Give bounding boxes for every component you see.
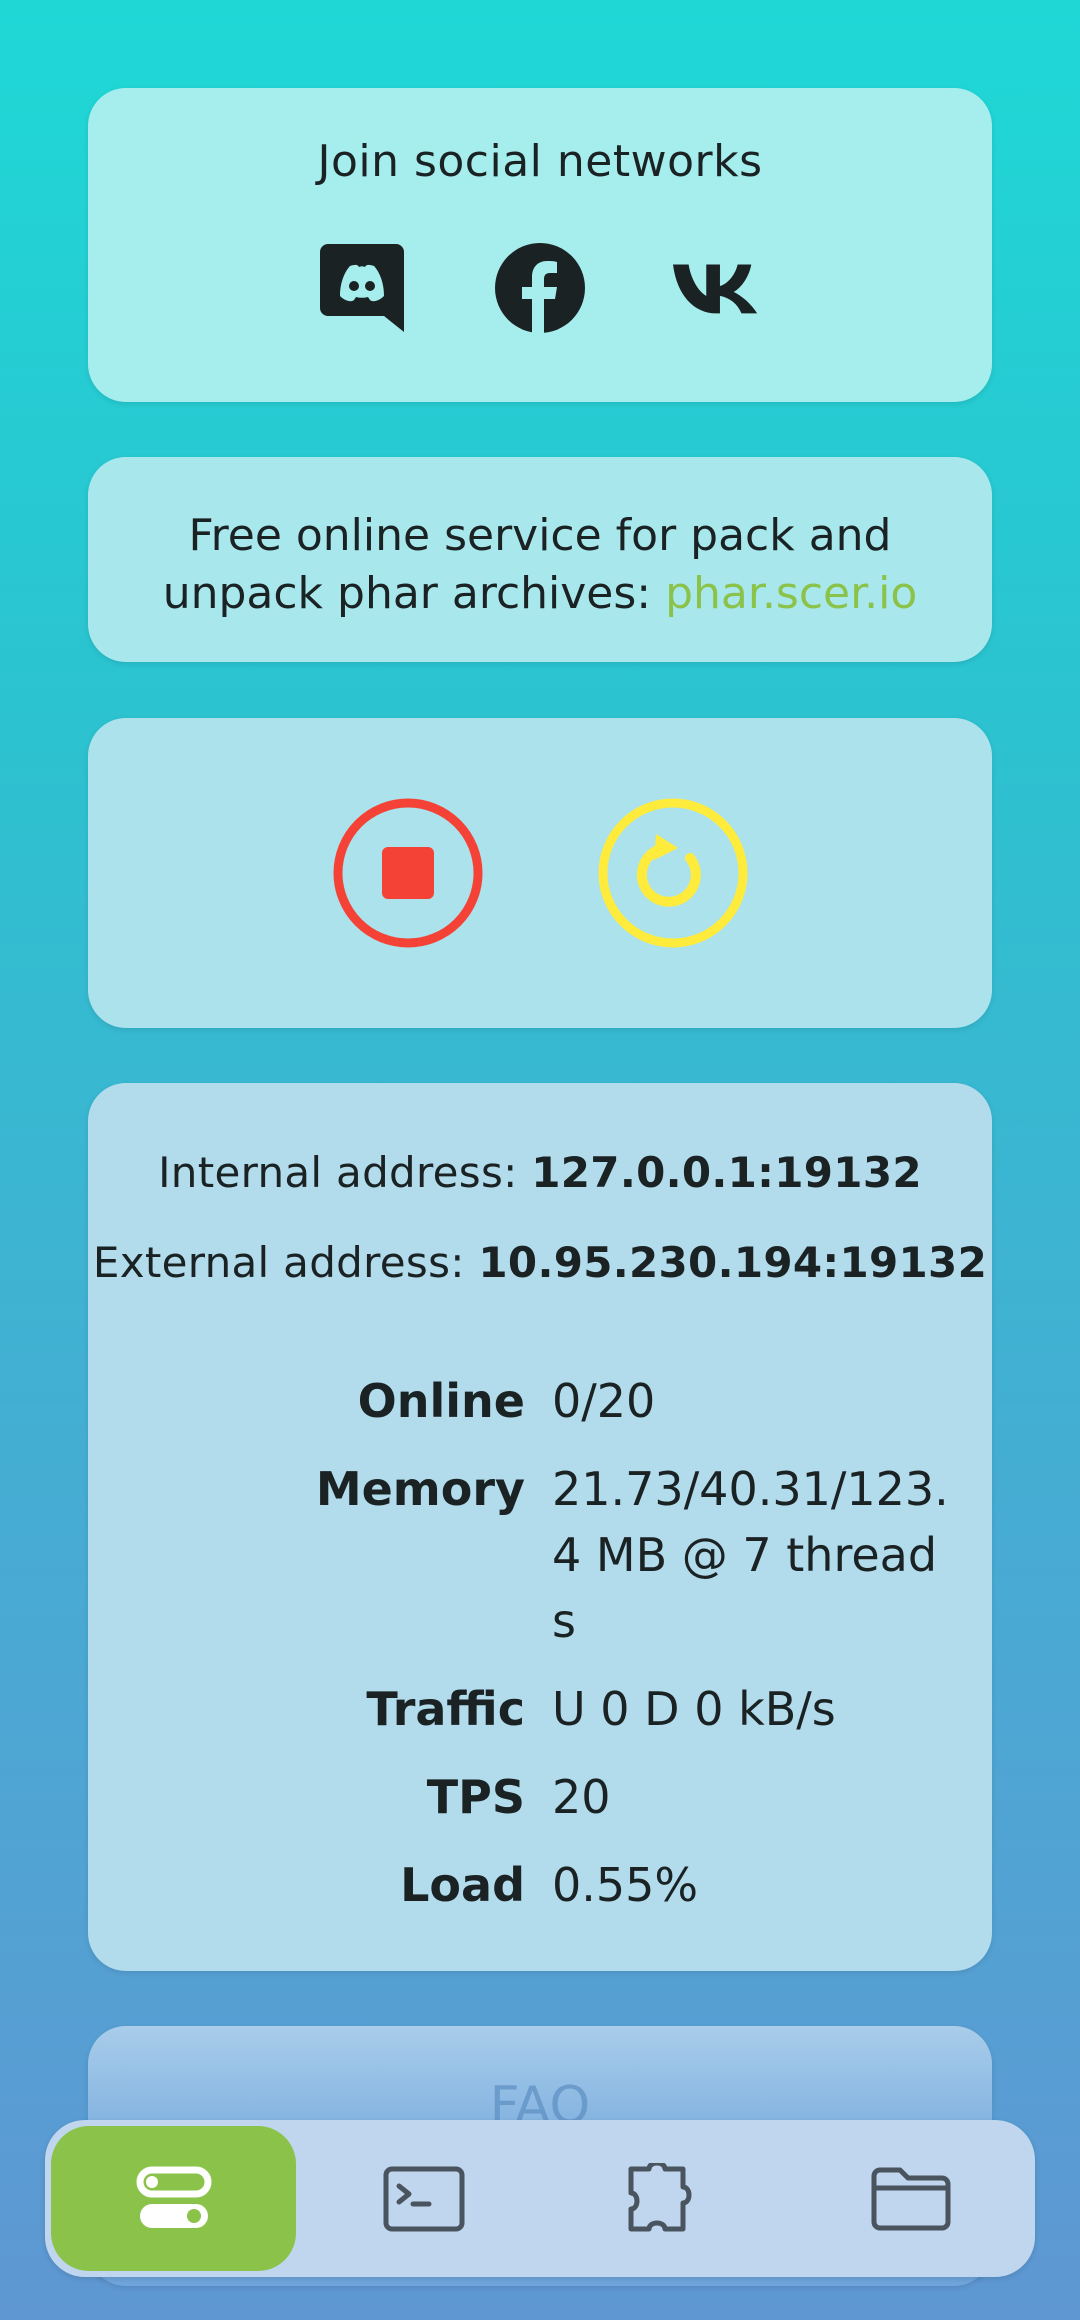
phar-link[interactable]: phar.scer.io [665, 568, 917, 619]
nav-item-controls[interactable] [51, 2126, 296, 2271]
stat-value: U 0 D 0 kB/s [552, 1682, 836, 1736]
restart-icon [598, 798, 747, 948]
external-address: External address: 10.95.230.194:19132 [88, 1238, 992, 1287]
nav-item-console[interactable] [301, 2126, 546, 2271]
stat-label: TPS [426, 1770, 525, 1824]
nav-item-plugins[interactable] [546, 2126, 791, 2271]
social-title: Join social networks [317, 136, 763, 187]
bottom-navigation [45, 2120, 1035, 2277]
vk-icon[interactable] [673, 243, 763, 333]
server-status-card: Internal address: 127.0.0.1:19132 Extern… [88, 1083, 992, 1971]
internal-address-label: Internal address: [158, 1148, 532, 1197]
internal-address: Internal address: 127.0.0.1:19132 [88, 1148, 992, 1197]
stat-label: Traffic [366, 1682, 525, 1736]
toggles-icon [136, 2166, 211, 2228]
stat-value: 21.73/40.31/123.4 MB @ 7 threads [552, 1462, 949, 1648]
phar-text: Free online service for pack and unpack … [88, 507, 992, 623]
social-card: Join social networks [88, 88, 992, 402]
stat-row-load: Load 0.55% [88, 1852, 992, 1918]
stop-icon [333, 798, 482, 948]
stat-label: Online [357, 1374, 525, 1428]
stop-button[interactable] [333, 798, 483, 948]
stat-value: 20 [552, 1770, 611, 1824]
stat-row-memory: Memory 21.73/40.31/123.4 MB @ 7 threads [88, 1456, 992, 1654]
stat-value: 0/20 [552, 1374, 656, 1428]
external-address-value[interactable]: 10.95.230.194:19132 [478, 1238, 987, 1287]
control-buttons-row [88, 798, 992, 948]
external-address-label: External address: [92, 1238, 479, 1287]
stats-table: Online 0/20 Memory 21.73/40.31/123.4 MB … [88, 1368, 992, 1940]
phar-card: Free online service for pack and unpack … [88, 457, 992, 662]
phar-text-line1: Free online service for pack and [188, 510, 892, 561]
stat-row-tps: TPS 20 [88, 1764, 992, 1830]
discord-icon[interactable] [317, 243, 407, 333]
social-icons-row [88, 243, 992, 333]
server-controls-card [88, 718, 992, 1028]
stat-label: Memory [315, 1462, 525, 1516]
folder-icon [871, 2167, 950, 2230]
nav-item-files[interactable] [788, 2126, 1033, 2271]
stat-label: Load [400, 1858, 525, 1912]
stat-value: 0.55% [552, 1858, 699, 1912]
phar-text-line2: unpack phar archives: [162, 568, 666, 619]
facebook-icon[interactable] [495, 243, 585, 333]
stat-row-traffic: Traffic U 0 D 0 kB/s [88, 1676, 992, 1742]
puzzle-icon [628, 2162, 691, 2231]
restart-button[interactable] [598, 798, 748, 948]
terminal-icon [383, 2166, 464, 2231]
internal-address-value[interactable]: 127.0.0.1:19132 [531, 1148, 922, 1197]
stat-row-online: Online 0/20 [88, 1368, 992, 1434]
